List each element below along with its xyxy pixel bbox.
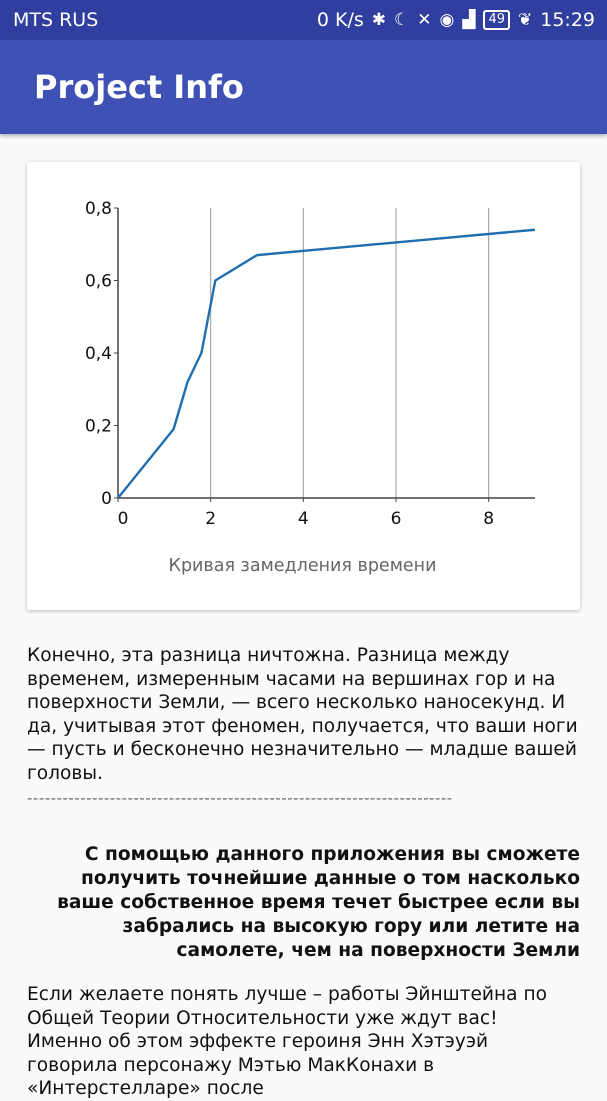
x-tick-label: 4 — [298, 509, 309, 529]
paragraph-2-line-1: Если желаете понять лучше – работы Эйншт… — [27, 984, 548, 1029]
battery-icon: 49 — [483, 10, 510, 30]
paragraph-2-line-2: Именно об этом эффекте героиня Энн Хэтэу… — [27, 1031, 489, 1099]
status-bar: MTS RUS 0 K/s ✱ ☾ ✕ ◉ ▟ 49 ❦ 15:29 — [0, 0, 607, 40]
x-axis-label: Кривая замедления времени — [169, 556, 437, 576]
app-description: С помощью данного приложения вы сможете … — [57, 844, 580, 961]
network-speed: 0 K/s — [316, 9, 364, 31]
dashed-divider: ----------------------------------------… — [27, 789, 453, 807]
x-tick-label: 8 — [483, 509, 494, 529]
y-tick-label: 0 — [101, 489, 112, 509]
x-tick-label: 0 — [118, 509, 129, 529]
chart-card: 0 0,2 0,4 0,6 0,8 0 2 4 6 8 Кривая замедления врем… — [27, 162, 580, 610]
paragraph-1: Конечно, эта разница ничтожна. Разница м… — [27, 645, 578, 784]
y-tick-label: 0,6 — [85, 272, 112, 292]
series-line — [117, 228, 536, 499]
x-tick-label: 2 — [205, 509, 216, 529]
signal-4g-icon: ▟ — [462, 10, 476, 30]
y-tick-label: 0,4 — [85, 344, 112, 364]
paragraph-2: Если желаете понять лучше – работы Эйншт… — [27, 983, 583, 1101]
mute-icon: ✕ — [417, 10, 432, 30]
status-icons: 0 K/s ✱ ☾ ✕ ◉ ▟ 49 ❦ 15:29 — [317, 9, 595, 31]
page-title: Project Info — [34, 68, 244, 106]
x-tick-label: 6 — [391, 509, 402, 529]
eye-icon: ◉ — [439, 10, 455, 30]
clock: 15:29 — [540, 9, 595, 31]
bluetooth-icon: ✱ — [371, 10, 387, 30]
time-dilation-chart: 0 0,2 0,4 0,6 0,8 0 2 4 6 8 Кривая замедления врем… — [85, 199, 536, 576]
y-tick-label: 0,8 — [85, 199, 112, 219]
app-bar: Project Info — [0, 40, 607, 134]
carrier-name: MTS RUS — [13, 9, 99, 31]
leaf-icon: ❦ — [517, 10, 533, 30]
y-tick-label: 0,2 — [85, 417, 112, 437]
moon-icon: ☾ — [394, 10, 410, 30]
